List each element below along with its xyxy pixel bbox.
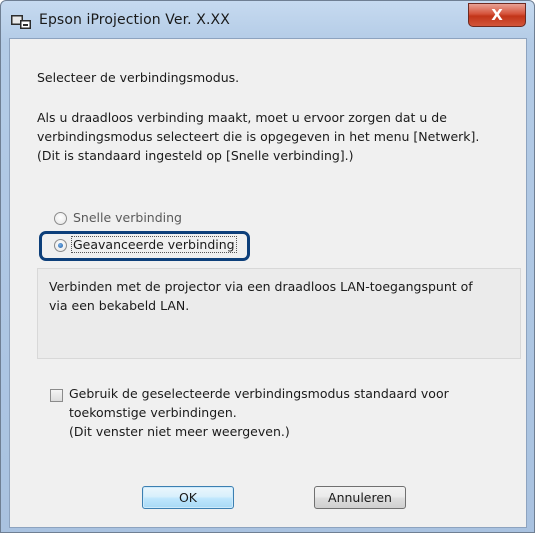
default-mode-line-1[interactable]: Gebruik de geselecteerde verbindingsmodu…: [69, 385, 449, 403]
close-icon: X: [491, 6, 503, 24]
epson-app-icon: [11, 15, 31, 29]
radio-snelle-verbinding[interactable]: [54, 212, 67, 225]
dialog-window: Epson iProjection Ver. X.XX X Selecteer …: [0, 0, 535, 533]
radio-selected-dot: [58, 243, 63, 248]
instruction-text: Selecteer de verbindingsmodus.: [37, 70, 240, 85]
radio-label-snelle-verbinding[interactable]: Snelle verbinding: [73, 209, 182, 227]
radio-geavanceerde-verbinding[interactable]: [54, 239, 67, 252]
default-mode-line-2[interactable]: toekomstige verbindingen.: [69, 404, 237, 422]
info-line-2: verbindingsmodus selecteert die is opgeg…: [37, 129, 480, 144]
close-button[interactable]: X: [468, 3, 526, 27]
info-line-1: Als u draadloos verbinding maakt, moet u…: [37, 110, 447, 125]
title-bar[interactable]: Epson iProjection Ver. X.XX X: [1, 1, 534, 39]
description-line-2: via een bekabeld LAN.: [49, 298, 190, 313]
info-line-3: (Dit is standaard ingesteld op [Snelle v…: [37, 148, 354, 163]
radio-label-geavanceerde-verbinding[interactable]: Geavanceerde verbinding: [71, 236, 237, 253]
default-mode-line-3[interactable]: (Dit venster niet meer weergeven.): [69, 423, 290, 441]
mode-description-box: Verbinden met de projector via een draad…: [37, 268, 521, 359]
window-title: Epson iProjection Ver. X.XX: [39, 12, 230, 28]
default-mode-checkbox[interactable]: [50, 389, 63, 402]
cancel-button[interactable]: Annuleren: [314, 486, 406, 509]
ok-button[interactable]: OK: [142, 486, 234, 509]
dialog-body: Selecteer de verbindingsmodus. Als u dra…: [9, 38, 527, 528]
description-line-1: Verbinden met de projector via een draad…: [49, 279, 473, 294]
